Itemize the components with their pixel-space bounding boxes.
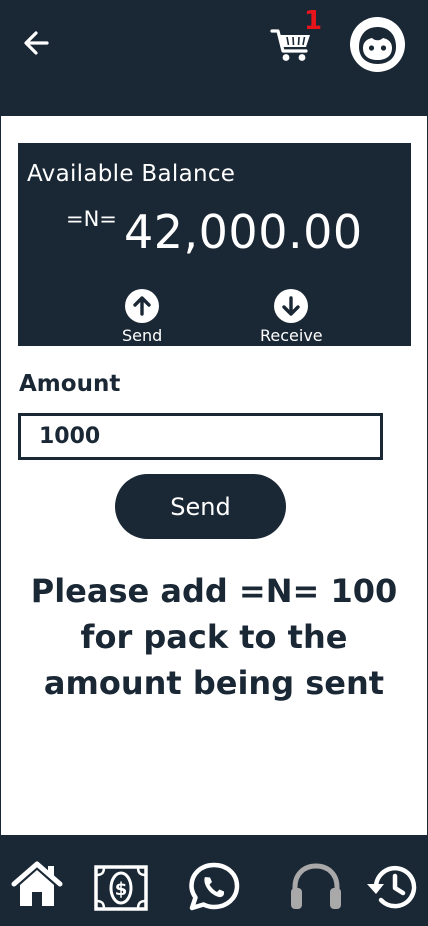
balance-title: Available Balance [27,161,236,187]
nav-money[interactable]: $ [94,865,148,915]
fee-notice-line-1: Please add =N= 100 [30,572,398,610]
arrow-left-icon [24,31,49,55]
whatsapp-icon [189,862,240,911]
arrow-down-icon [274,289,309,323]
face-icon [359,27,396,64]
profile-avatar[interactable] [350,17,405,72]
nav-home[interactable] [10,860,64,912]
back-button[interactable] [20,26,54,60]
currency-symbol: =N= [66,207,117,231]
balance-card: Available Balance =N= 42,000.00 Send Rec… [18,143,411,346]
bottom-nav: $ [0,835,428,926]
send-button[interactable]: Send [115,474,286,539]
svg-text:$: $ [115,879,128,900]
headphones-icon [291,863,341,909]
money-icon: $ [94,865,148,911]
card-send-label: Send [122,326,163,345]
nav-support[interactable] [288,861,344,915]
balance-amount: 42,000.00 [124,205,363,259]
card-send-action[interactable]: Send [122,289,162,345]
fee-notice-line-2: for pack to the [80,618,348,656]
nav-whatsapp[interactable] [186,861,242,917]
card-receive-action[interactable]: Receive [260,289,323,345]
fee-notice: Please add =N= 100 for pack to the amoun… [8,568,420,706]
nav-history[interactable] [364,862,420,916]
top-bar: 1 [0,0,428,116]
amount-label: Amount [19,371,121,397]
home-icon [11,861,63,906]
cart-count-badge: 1 [304,6,323,36]
card-receive-label: Receive [260,326,323,345]
arrow-up-icon [125,289,160,323]
amount-input[interactable] [18,413,383,460]
history-icon [367,865,417,909]
fee-notice-line-3: amount being sent [43,664,385,702]
